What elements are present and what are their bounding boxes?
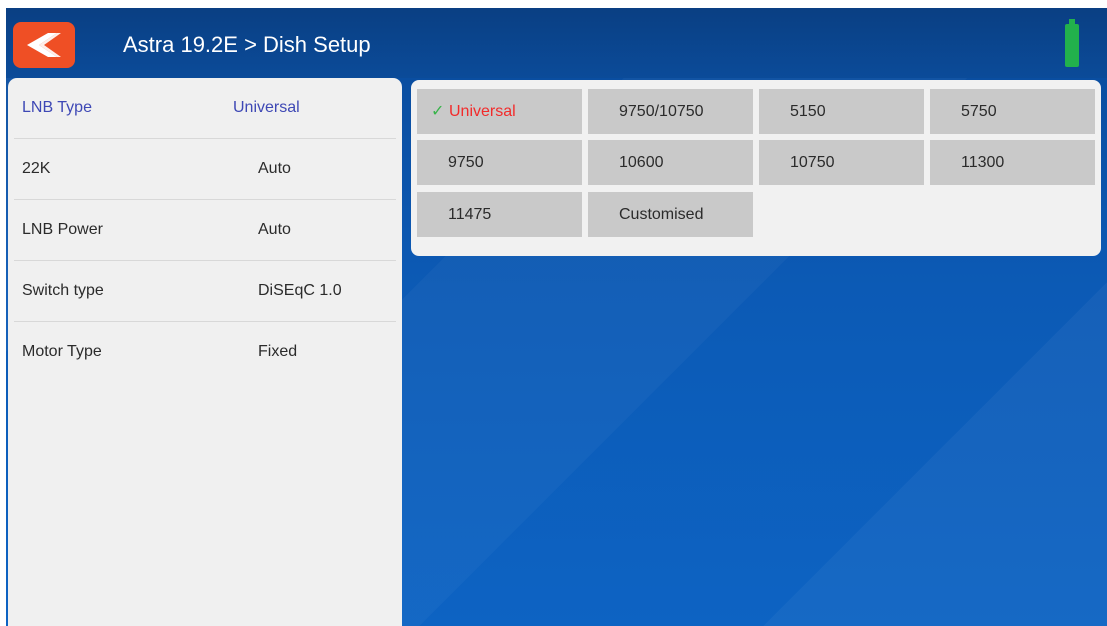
option-label: 10750 [790,154,835,171]
dish-setup-screen: Astra 19.2E > Dish Setup LNB Type Univer… [6,8,1107,626]
option-label: 11475 [448,206,492,223]
setting-label: Motor Type [22,343,102,360]
setting-row-lnb-power[interactable]: LNB Power Auto [14,200,396,261]
setting-label: LNB Type [22,99,92,116]
setting-row-switch-type[interactable]: Switch type DiSEqC 1.0 [14,261,396,322]
option-label: 9750 [448,154,484,171]
setting-value: Auto [258,221,291,238]
setting-row-motor-type[interactable]: Motor Type Fixed [14,322,396,383]
battery-icon [1065,19,1079,69]
top-bar: Astra 19.2E > Dish Setup [6,8,1107,78]
back-arrow-icon [27,33,61,57]
lnb-type-options-panel: ✓ Universal 9750/10750 5150 5750 9750 106… [411,80,1101,256]
setting-label: Switch type [22,282,104,299]
lnb-option-9750-10750[interactable]: 9750/10750 [588,89,753,134]
option-label: Customised [619,206,704,223]
lnb-option-11300[interactable]: 11300 [930,140,1095,185]
lnb-option-universal[interactable]: ✓ Universal [417,89,582,134]
setting-row-22k[interactable]: 22K Auto [14,139,396,200]
option-label: 5750 [961,103,997,120]
setting-value: Universal [233,99,300,116]
lnb-option-customised[interactable]: Customised [588,192,753,237]
lnb-option-10600[interactable]: 10600 [588,140,753,185]
page-title: Astra 19.2E > Dish Setup [123,32,371,57]
setting-value: DiSEqC 1.0 [258,282,342,299]
lnb-option-5150[interactable]: 5150 [759,89,924,134]
setting-value: Auto [258,160,291,177]
lnb-option-9750[interactable]: 9750 [417,140,582,185]
option-label: 11300 [961,154,1005,171]
setting-label: 22K [22,160,51,177]
option-label: 10600 [619,154,664,171]
check-icon: ✓ [431,103,445,120]
option-label: 5150 [790,103,826,120]
lnb-option-10750[interactable]: 10750 [759,140,924,185]
lnb-option-11475[interactable]: 11475 [417,192,582,237]
option-label: Universal [449,103,516,120]
battery-level [1065,24,1079,67]
settings-panel: LNB Type Universal 22K Auto LNB Power Au… [8,78,402,626]
setting-value: Fixed [258,343,298,360]
back-button[interactable] [13,22,75,68]
setting-label: LNB Power [22,221,103,238]
option-label: 9750/10750 [619,103,704,120]
lnb-option-5750[interactable]: 5750 [930,89,1095,134]
setting-row-lnb-type[interactable]: LNB Type Universal [14,78,396,139]
